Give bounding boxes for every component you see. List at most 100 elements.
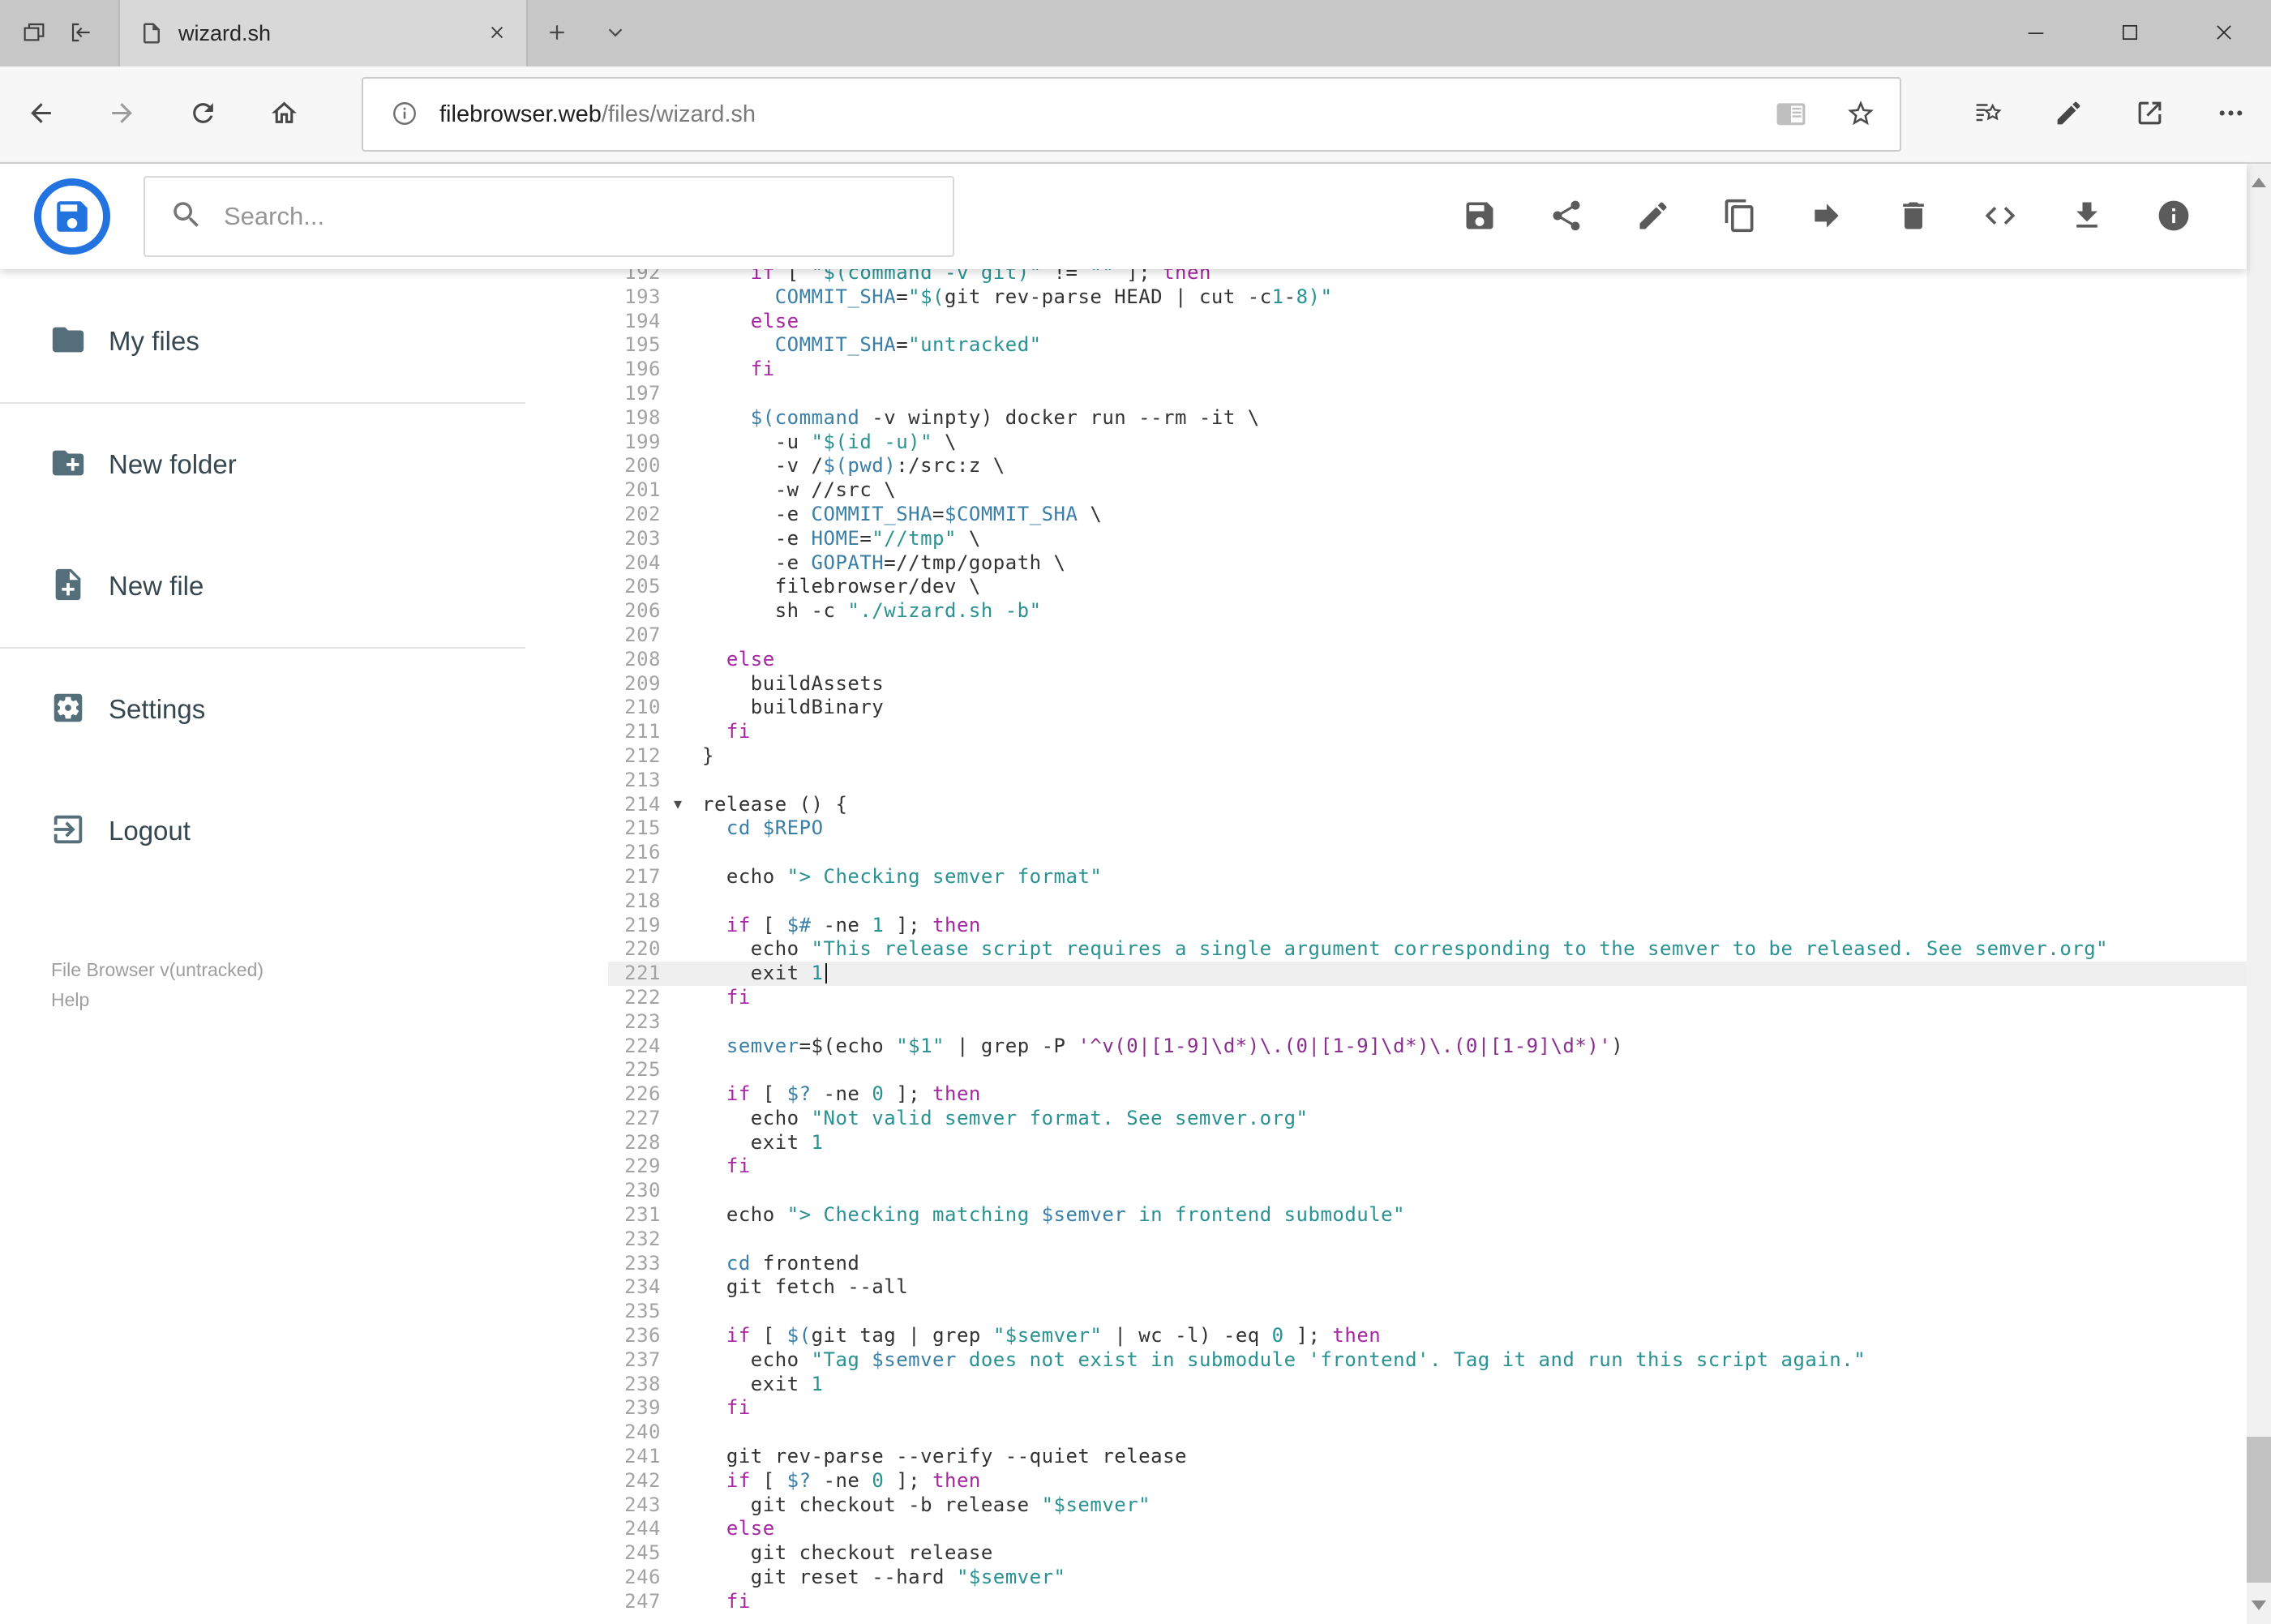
code-line[interactable]: 208 else xyxy=(608,648,2247,672)
line-number[interactable]: 227 xyxy=(608,1107,661,1131)
line-number[interactable]: 209 xyxy=(608,672,661,696)
code-line[interactable]: 242 if [ $? -ne 0 ]; then xyxy=(608,1469,2247,1493)
sidebar-item-my-files[interactable]: My files xyxy=(0,281,608,402)
reading-view-button[interactable] xyxy=(1770,93,1812,135)
sidebar-item-new-folder[interactable]: New folder xyxy=(0,404,608,525)
raw-view-button[interactable] xyxy=(1982,199,2018,234)
code-line[interactable]: 198 $(command -v winpty) docker run --rm… xyxy=(608,406,2247,431)
browser-tab[interactable]: wizard.sh xyxy=(118,0,528,66)
code-line[interactable]: 201 -w //src \ xyxy=(608,478,2247,503)
code-line[interactable]: 206 sh -c "./wizard.sh -b" xyxy=(608,599,2247,623)
code-line[interactable]: 225 xyxy=(608,1058,2247,1082)
line-number[interactable]: 195 xyxy=(608,333,661,358)
code-line[interactable]: 237 echo "Tag $semver does not exist in … xyxy=(608,1348,2247,1373)
code-line[interactable]: 194 else xyxy=(608,310,2247,334)
line-number[interactable]: 232 xyxy=(608,1228,661,1252)
line-number[interactable]: 225 xyxy=(608,1058,661,1082)
search-box[interactable] xyxy=(144,176,954,257)
help-link[interactable]: Help xyxy=(51,985,608,1015)
scrollbar-thumb[interactable] xyxy=(2247,1437,2271,1583)
code-line[interactable]: 246 git reset --hard "$semver" xyxy=(608,1566,2247,1590)
code-line[interactable]: 244 else xyxy=(608,1517,2247,1541)
hub-favorites-button[interactable] xyxy=(1947,66,2028,162)
code-line[interactable]: 195 COMMIT_SHA="untracked" xyxy=(608,333,2247,358)
line-number[interactable]: 242 xyxy=(608,1469,661,1493)
code-line[interactable]: 202 -e COMMIT_SHA=$COMMIT_SHA \ xyxy=(608,503,2247,527)
fold-arrow-icon[interactable]: ▾ xyxy=(674,792,682,816)
code-line[interactable]: 245 git checkout release xyxy=(608,1541,2247,1566)
code-line[interactable]: 233 cd frontend xyxy=(608,1252,2247,1276)
code-line[interactable]: 217 echo "> Checking semver format" xyxy=(608,865,2247,889)
line-number[interactable]: 215 xyxy=(608,816,661,841)
code-line[interactable]: 231 echo "> Checking matching $semver in… xyxy=(608,1203,2247,1228)
web-note-button[interactable] xyxy=(2028,66,2109,162)
code-line[interactable]: 197 xyxy=(608,382,2247,406)
line-number[interactable]: 197 xyxy=(608,382,661,406)
code-line[interactable]: 228 exit 1 xyxy=(608,1131,2247,1155)
code-line[interactable]: 221 exit 1 xyxy=(608,962,2247,986)
code-line[interactable]: 209 buildAssets xyxy=(608,672,2247,696)
line-number[interactable]: 210 xyxy=(608,696,661,720)
line-number[interactable]: 214 ▾ xyxy=(608,793,682,817)
code-line[interactable]: 215 cd $REPO xyxy=(608,816,2247,841)
line-number[interactable]: 202 xyxy=(608,503,661,527)
code-line[interactable]: 192 if [ "$(command -v git)" != "" ]; th… xyxy=(608,269,2247,285)
share-button[interactable] xyxy=(1549,199,1584,234)
line-number[interactable]: 233 xyxy=(608,1252,661,1276)
line-number[interactable]: 198 xyxy=(608,406,661,431)
code-line[interactable]: 222 fi xyxy=(608,986,2247,1010)
code-line[interactable]: 199 -u "$(id -u)" \ xyxy=(608,431,2247,455)
line-number[interactable]: 205 xyxy=(608,575,661,599)
line-number[interactable]: 212 xyxy=(608,744,661,769)
line-number[interactable]: 223 xyxy=(608,1010,661,1035)
line-number[interactable]: 237 xyxy=(608,1348,661,1373)
code-line[interactable]: 232 xyxy=(608,1228,2247,1252)
line-number[interactable]: 226 xyxy=(608,1082,661,1107)
address-bar[interactable]: filebrowser.web/files/wizard.sh xyxy=(362,77,1901,152)
search-input[interactable] xyxy=(224,202,953,231)
line-number[interactable]: 224 xyxy=(608,1035,661,1059)
sidebar-item-settings[interactable]: Settings xyxy=(0,649,608,770)
line-number[interactable]: 207 xyxy=(608,623,661,648)
minimize-button[interactable] xyxy=(1989,0,2083,66)
save-button[interactable] xyxy=(1462,199,1498,234)
code-line[interactable]: 210 buildBinary xyxy=(608,696,2247,720)
line-number[interactable]: 245 xyxy=(608,1541,661,1566)
line-number[interactable]: 193 xyxy=(608,285,661,310)
code-line[interactable]: 196 fi xyxy=(608,358,2247,382)
favorite-star-button[interactable] xyxy=(1840,93,1882,135)
sidebar-item-logout[interactable]: Logout xyxy=(0,770,608,892)
code-line[interactable]: 219 if [ $# -ne 1 ]; then xyxy=(608,914,2247,938)
code-line[interactable]: 224 semver=$(echo "$1" | grep -P '^v(0|[… xyxy=(608,1035,2247,1059)
code-line[interactable]: 226 if [ $? -ne 0 ]; then xyxy=(608,1082,2247,1107)
delete-button[interactable] xyxy=(1896,199,1931,234)
line-number[interactable]: 238 xyxy=(608,1373,661,1397)
line-number[interactable]: 219 xyxy=(608,914,661,938)
forward-button[interactable] xyxy=(81,66,162,162)
code-line[interactable]: 238 exit 1 xyxy=(608,1373,2247,1397)
line-number[interactable]: 243 xyxy=(608,1493,661,1518)
close-window-button[interactable] xyxy=(2177,0,2271,66)
line-number[interactable]: 228 xyxy=(608,1131,661,1155)
code-line[interactable]: 240 xyxy=(608,1420,2247,1445)
line-number[interactable]: 203 xyxy=(608,527,661,551)
line-number[interactable]: 220 xyxy=(608,937,661,962)
code-line[interactable]: 227 echo "Not valid semver format. See s… xyxy=(608,1107,2247,1131)
page-scrollbar[interactable] xyxy=(2247,164,2271,1624)
line-number[interactable]: 230 xyxy=(608,1179,661,1203)
code-line[interactable]: 243 git checkout -b release "$semver" xyxy=(608,1493,2247,1518)
line-number[interactable]: 204 xyxy=(608,551,661,576)
code-line[interactable]: 241 git rev-parse --verify --quiet relea… xyxy=(608,1445,2247,1469)
line-number[interactable]: 217 xyxy=(608,865,661,889)
code-line[interactable]: 214 ▾ release () { xyxy=(608,793,2247,817)
line-number[interactable]: 231 xyxy=(608,1203,661,1228)
line-number[interactable]: 240 xyxy=(608,1420,661,1445)
browser-menu-button[interactable] xyxy=(2190,66,2271,162)
code-line[interactable]: 234 git fetch --all xyxy=(608,1275,2247,1300)
site-info-button[interactable] xyxy=(383,92,426,136)
line-number[interactable]: 246 xyxy=(608,1566,661,1590)
code-line[interactable]: 193 COMMIT_SHA="$(git rev-parse HEAD | c… xyxy=(608,285,2247,310)
code-line[interactable]: 223 xyxy=(608,1010,2247,1035)
code-line[interactable]: 203 -e HOME="//tmp" \ xyxy=(608,527,2247,551)
code-line[interactable]: 247 fi xyxy=(608,1590,2247,1614)
